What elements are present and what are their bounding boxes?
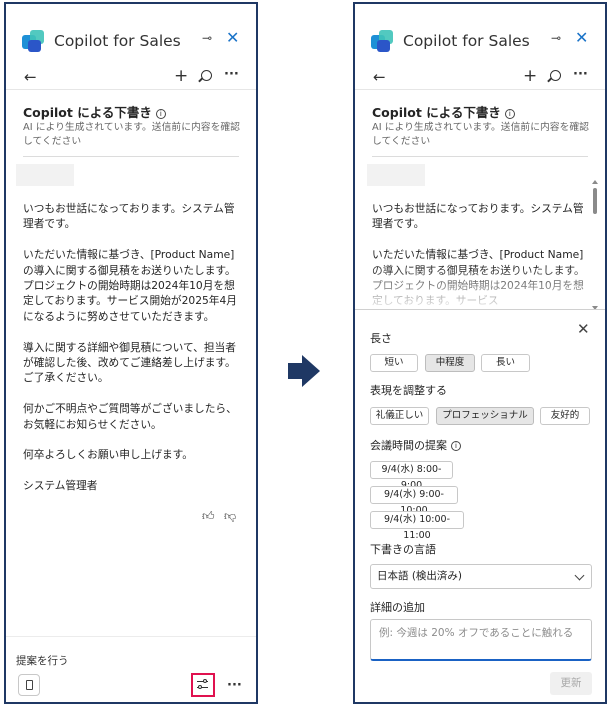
scrollbar[interactable]	[592, 180, 598, 310]
tone-label: 表現を調整する	[370, 384, 447, 397]
plus-icon[interactable]: +	[174, 66, 188, 86]
email-body: いつもお世話になっております。システム管理者です。 いただいた情報に基づき、[P…	[23, 201, 245, 509]
length-option-short[interactable]: 短い	[370, 354, 418, 372]
copilot-pane-after: Copilot for Sales ⊸ ✕ ← + ··· Copilot によ…	[353, 2, 607, 704]
thumbs-up-icon[interactable]: 👍︎	[202, 509, 215, 524]
suggest-label: 提案を行う	[16, 655, 69, 667]
pane-header: Copilot for Sales	[22, 26, 181, 56]
app-title: Copilot for Sales	[54, 32, 181, 50]
chevron-down-icon	[574, 570, 585, 581]
app-title: Copilot for Sales	[403, 32, 530, 50]
text-fade	[367, 266, 591, 308]
scroll-up-icon[interactable]	[592, 180, 598, 184]
more-icon[interactable]: ···	[224, 67, 239, 82]
draft-title: Copilot による下書き i	[23, 102, 166, 121]
footer-divider	[6, 636, 256, 637]
close-icon[interactable]: ✕	[575, 28, 588, 47]
pin-icon[interactable]: ⊸	[202, 31, 212, 45]
thumbs-down-icon[interactable]: 👎︎	[224, 509, 236, 524]
tone-option-professional[interactable]: プロフェッショナル	[436, 407, 534, 425]
email-paragraph: いただいた情報に基づき、[Product Name]の導入に関する御見積をお送り…	[23, 248, 237, 323]
meeting-slot[interactable]: 9/4(水) 10:00-11:00	[370, 511, 464, 541]
email-paragraph: 何卒よろしくお願い申し上げます。	[23, 448, 193, 462]
copilot-logo-icon	[22, 29, 46, 53]
tune-panel: ✕ 長さ 短い 中程度 長い 表現を調整する 礼儀正しい プロフェッショナル 友…	[355, 309, 605, 702]
meeting-slot[interactable]: 9/4(水) 9:00-10:00	[370, 486, 458, 516]
length-option-medium[interactable]: 中程度	[425, 354, 475, 372]
search-icon[interactable]	[550, 70, 561, 81]
email-paragraph: 導入に関する詳細や御見積について、担当者が確認した後、改めてご連絡差し上げます。…	[23, 340, 236, 385]
back-arrow-icon[interactable]: ←	[24, 68, 37, 86]
recipient-placeholder	[367, 164, 425, 186]
length-label: 長さ	[370, 332, 392, 345]
toolbar: ← + ···	[355, 66, 605, 90]
pin-icon[interactable]: ⊸	[551, 31, 561, 45]
tune-button[interactable]	[191, 673, 215, 697]
details-label: 詳細の追加	[370, 601, 425, 614]
draft-subtitle: AI により生成されています。送信前に内容を確認してください	[23, 122, 240, 147]
update-button[interactable]: 更新	[550, 672, 592, 695]
copilot-logo-icon	[371, 29, 395, 53]
length-option-long[interactable]: 長い	[481, 354, 530, 372]
copy-icon	[26, 680, 33, 690]
tone-option-polite[interactable]: 礼儀正しい	[370, 407, 429, 425]
close-icon[interactable]: ✕	[577, 320, 590, 338]
scrollbar-thumb[interactable]	[593, 188, 597, 214]
details-input[interactable]: 例: 今週は 20% オフであることに触れる	[370, 619, 592, 661]
email-paragraph: 何かご不明点やご質問等がございましたら、お気軽にお知らせください。	[23, 402, 237, 431]
right-arrow-icon	[288, 355, 320, 387]
email-paragraph: いつもお世話になっております。システム管理者です。	[23, 202, 235, 231]
more-icon[interactable]: ···	[227, 678, 242, 693]
back-arrow-icon[interactable]: ←	[373, 68, 386, 86]
pane-header: Copilot for Sales	[371, 26, 530, 56]
meeting-slot[interactable]: 9/4(水) 8:00-9:00	[370, 461, 453, 491]
tone-option-friendly[interactable]: 友好的	[540, 407, 590, 425]
search-icon[interactable]	[201, 70, 212, 81]
divider	[372, 156, 588, 157]
more-icon[interactable]: ···	[573, 67, 588, 82]
draft-title: Copilot による下書き i	[372, 102, 515, 121]
info-icon[interactable]: i	[504, 109, 515, 119]
draft-subtitle: AI により生成されています。送信前に内容を確認してください	[372, 122, 589, 147]
copilot-pane-before: Copilot for Sales ⊸ ✕ ← + ··· Copilot によ…	[4, 2, 258, 704]
email-signature: システム管理者	[23, 479, 98, 493]
info-icon[interactable]: i	[451, 441, 461, 451]
language-label: 下書きの言語	[370, 543, 436, 556]
copy-button[interactable]	[18, 674, 40, 696]
language-select[interactable]: 日本語 (検出済み)	[370, 564, 592, 589]
toolbar: ← + ···	[6, 66, 256, 90]
meeting-label: 会議時間の提案 i	[370, 437, 461, 453]
divider	[23, 156, 239, 157]
email-paragraph: いつもお世話になっております。システム管理者です。	[372, 202, 584, 231]
close-icon[interactable]: ✕	[226, 28, 239, 47]
info-icon[interactable]: i	[155, 109, 166, 119]
plus-icon[interactable]: +	[523, 66, 537, 86]
recipient-placeholder	[16, 164, 74, 186]
